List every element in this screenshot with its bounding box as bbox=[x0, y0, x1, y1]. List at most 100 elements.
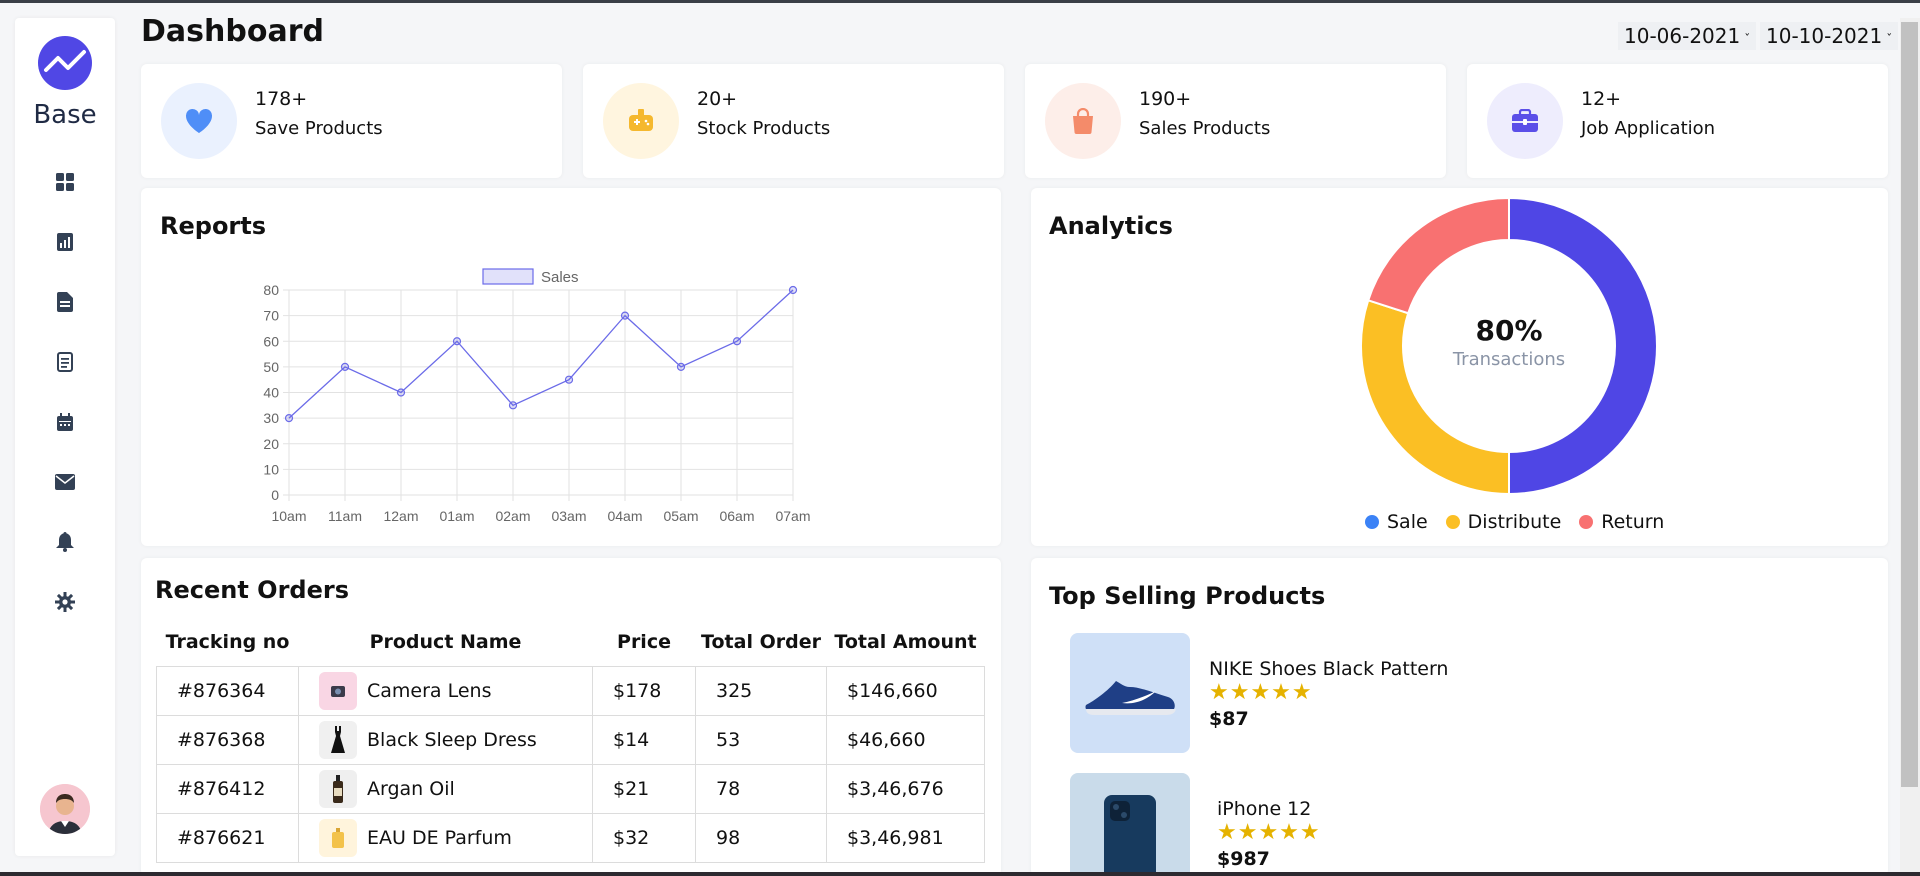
product-name: Argan Oil bbox=[367, 777, 455, 800]
stat-value: 12+ bbox=[1581, 88, 1622, 110]
column-header[interactable]: Total Order bbox=[696, 618, 827, 666]
column-header[interactable]: Total Amount bbox=[827, 618, 985, 666]
amount-cell: $146,660 bbox=[826, 665, 985, 716]
stat-card-stock-products[interactable]: 20+ Stock Products bbox=[583, 64, 1004, 178]
sales-series-line bbox=[288, 289, 794, 419]
product-price: $987 bbox=[1217, 848, 1270, 870]
camera-lens-thumbnail bbox=[319, 671, 357, 710]
data-point bbox=[676, 362, 686, 371]
window-bottom-border bbox=[0, 872, 1920, 876]
date-from-value: 10-06-2021 bbox=[1624, 24, 1741, 48]
price-cell: $21 bbox=[592, 763, 696, 814]
top-selling-title: Top Selling Products bbox=[1049, 582, 1326, 610]
avatar[interactable] bbox=[40, 784, 90, 834]
x-tick-label: 07am bbox=[775, 508, 810, 524]
rating-stars: ★★★★★ bbox=[1217, 820, 1321, 845]
nike-shoes-image[interactable] bbox=[1070, 633, 1190, 753]
logo-icon[interactable] bbox=[38, 36, 92, 90]
product-price: $87 bbox=[1209, 708, 1249, 730]
legend-dot bbox=[1445, 515, 1460, 529]
dashboard-icon[interactable] bbox=[53, 170, 77, 194]
y-tick-label: 0 bbox=[271, 487, 279, 503]
x-tick-label: 12am bbox=[383, 508, 418, 524]
date-from-select[interactable]: 10-06-2021 ˇ bbox=[1618, 22, 1757, 50]
column-header[interactable]: Price bbox=[593, 618, 696, 666]
recent-orders-title: Recent Orders bbox=[155, 576, 349, 604]
y-tick-label: 20 bbox=[263, 436, 279, 452]
product-name: EAU DE Parfum bbox=[367, 826, 512, 849]
column-header[interactable]: Tracking no bbox=[157, 618, 299, 666]
heart-icon bbox=[161, 83, 237, 159]
legend-item-return[interactable]: Return bbox=[1579, 511, 1664, 533]
donut-legend: Sale Distribute Return bbox=[1365, 511, 1664, 533]
bell-icon[interactable] bbox=[53, 530, 77, 554]
y-tick-label: 70 bbox=[263, 308, 279, 324]
briefcase-icon bbox=[1487, 83, 1563, 159]
y-tick-label: 40 bbox=[263, 385, 279, 401]
gear-icon[interactable] bbox=[53, 590, 77, 614]
y-tick-label: 60 bbox=[263, 333, 279, 349]
date-to-select[interactable]: 10-10-2021 ˇ bbox=[1760, 22, 1899, 50]
product-name: Camera Lens bbox=[367, 679, 492, 702]
table-row[interactable]: #876368 Black Sleep Dress $14 53 $46,660 bbox=[156, 714, 985, 765]
analytics-title: Analytics bbox=[1049, 212, 1173, 240]
tracking-cell: #876621 bbox=[156, 812, 299, 863]
x-tick-label: 06am bbox=[719, 508, 754, 524]
price-cell: $32 bbox=[592, 812, 696, 863]
legend-dot bbox=[1365, 515, 1379, 529]
stat-label: Save Products bbox=[255, 118, 383, 139]
chevron-down-icon: ˇ bbox=[1744, 32, 1751, 46]
gamepad-icon bbox=[603, 83, 679, 159]
amount-cell: $3,46,981 bbox=[826, 812, 985, 863]
legend-label: Return bbox=[1601, 511, 1665, 533]
list-icon[interactable] bbox=[53, 350, 77, 374]
iphone-image[interactable] bbox=[1070, 773, 1190, 876]
table-row[interactable]: #876621 EAU DE Parfum $32 98 $3,46,981 bbox=[156, 812, 985, 863]
product-name[interactable]: NIKE Shoes Black Pattern bbox=[1209, 658, 1448, 680]
legend-item-sale[interactable]: Sale bbox=[1365, 511, 1428, 533]
stat-value: 178+ bbox=[255, 88, 308, 110]
chart-icon[interactable] bbox=[53, 230, 77, 254]
x-tick-label: 02am bbox=[495, 508, 530, 524]
stat-value: 190+ bbox=[1139, 88, 1192, 110]
product-cell: Black Sleep Dress bbox=[298, 714, 593, 765]
product-name: Black Sleep Dress bbox=[367, 728, 537, 751]
legend-item-distribute[interactable]: Distribute bbox=[1445, 511, 1561, 533]
column-header[interactable]: Product Name bbox=[299, 618, 593, 666]
tracking-cell: #876412 bbox=[156, 763, 299, 814]
stat-label: Job Application bbox=[1581, 118, 1716, 139]
sidebar: Base bbox=[15, 18, 115, 876]
document-icon[interactable] bbox=[53, 290, 77, 314]
product-name[interactable]: iPhone 12 bbox=[1217, 798, 1311, 820]
table-header-row: Tracking no Product Name Price Total Ord… bbox=[157, 618, 985, 666]
product-cell: Argan Oil bbox=[298, 763, 593, 814]
bag-icon bbox=[1045, 83, 1121, 159]
vertical-scrollbar-thumb[interactable] bbox=[1901, 22, 1918, 787]
window-top-border bbox=[0, 0, 1920, 3]
y-tick-label: 10 bbox=[263, 461, 279, 477]
price-cell: $14 bbox=[592, 714, 696, 765]
rating-stars: ★★★★★ bbox=[1209, 680, 1313, 705]
y-tick-label: 30 bbox=[263, 410, 279, 426]
analytics-card: Analytics 80% Transactions Sale Distribu… bbox=[1031, 188, 1888, 546]
donut-center: 80% Transactions bbox=[1359, 314, 1659, 370]
amount-cell: $3,46,676 bbox=[826, 763, 985, 814]
x-tick-label: 10am bbox=[271, 508, 306, 524]
stat-label: Stock Products bbox=[697, 118, 831, 139]
product-cell: Camera Lens bbox=[298, 665, 593, 716]
mail-icon[interactable] bbox=[53, 470, 77, 494]
data-point bbox=[508, 401, 518, 410]
stat-card-sales-products[interactable]: 190+ Sales Products bbox=[1025, 64, 1446, 178]
donut-center-value: 80% bbox=[1475, 314, 1543, 347]
data-point bbox=[284, 414, 294, 423]
stat-card-save-products[interactable]: 178+ Save Products bbox=[141, 64, 562, 178]
total-order-cell: 325 bbox=[695, 665, 827, 716]
table-row[interactable]: #876412 Argan Oil $21 78 $3,46,676 bbox=[156, 763, 985, 814]
x-tick-label: 01am bbox=[439, 508, 474, 524]
table-row[interactable]: #876364 Camera Lens $178 325 $146,660 bbox=[156, 665, 985, 716]
donut-segment-return bbox=[1366, 196, 1510, 315]
calendar-icon[interactable] bbox=[53, 410, 77, 434]
total-order-cell: 78 bbox=[695, 763, 827, 814]
stat-card-job-application[interactable]: 12+ Job Application bbox=[1467, 64, 1888, 178]
total-order-cell: 98 bbox=[695, 812, 827, 863]
